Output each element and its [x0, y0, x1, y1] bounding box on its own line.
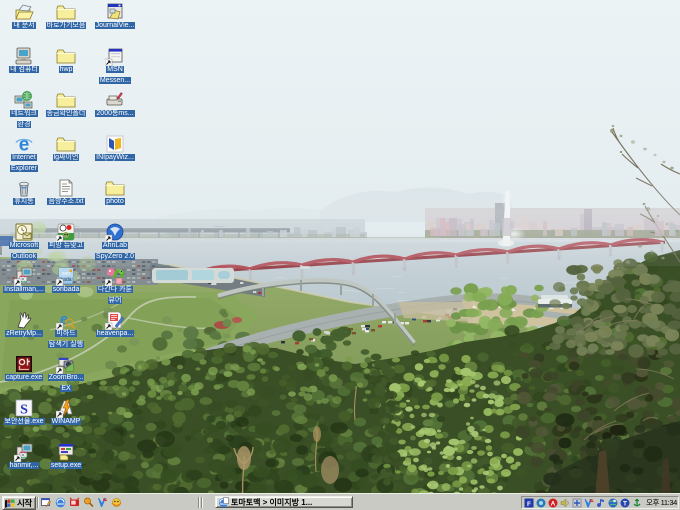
svg-text:T: T	[623, 500, 627, 507]
svg-text:F: F	[527, 500, 531, 507]
svg-text:A: A	[551, 500, 556, 507]
